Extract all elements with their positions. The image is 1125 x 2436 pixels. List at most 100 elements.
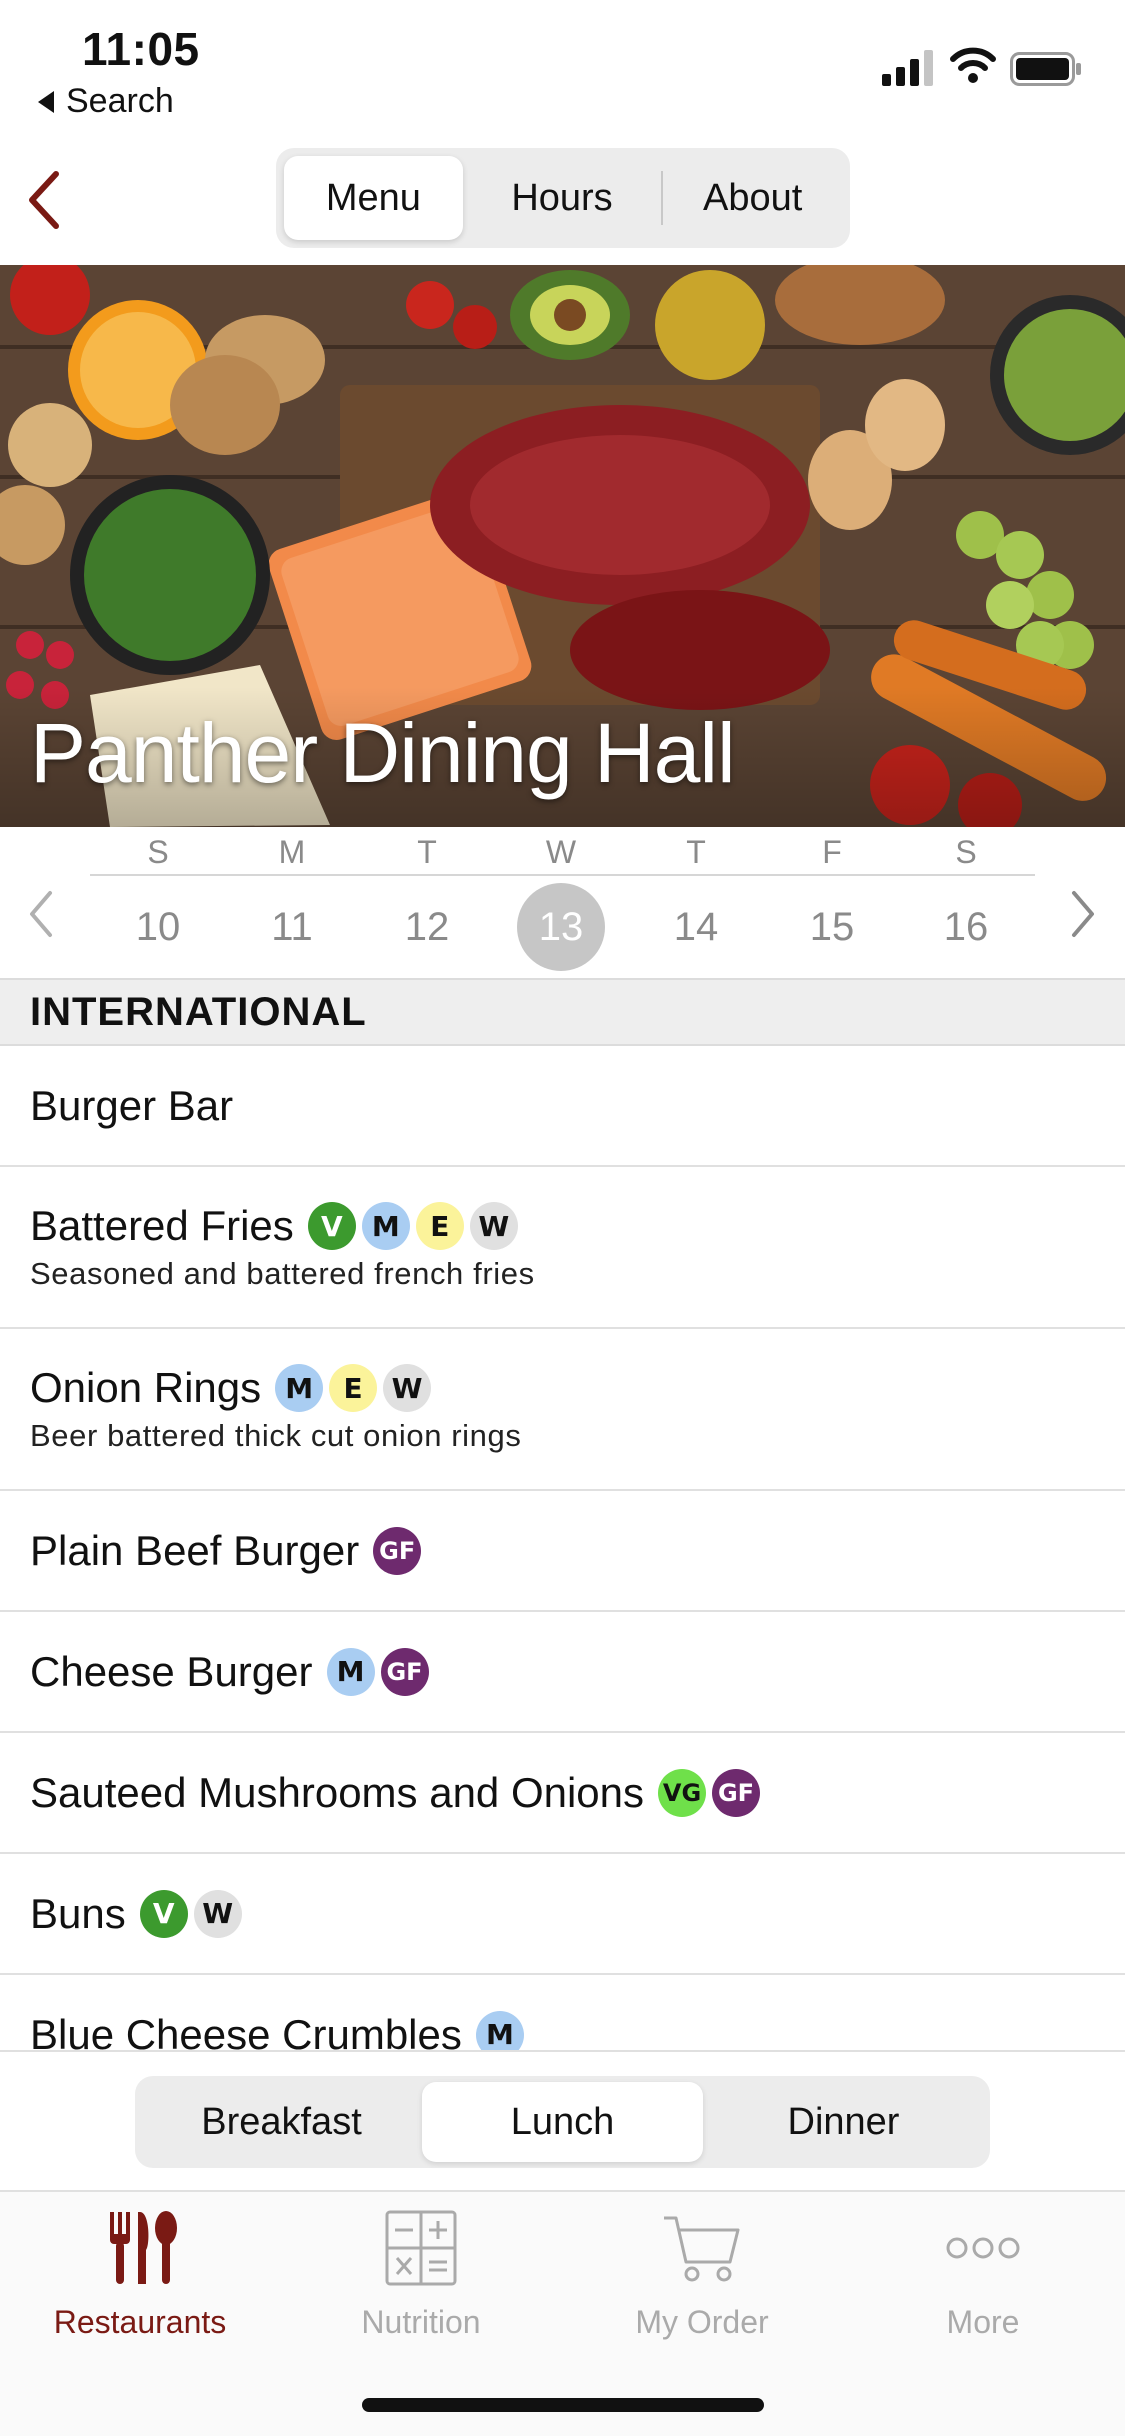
- tab-more[interactable]: More: [843, 2206, 1123, 2356]
- meal-selector-bar: Breakfast Lunch Dinner: [0, 2050, 1125, 2190]
- day-saturday[interactable]: S 16: [916, 827, 1016, 971]
- back-chevron-icon[interactable]: [24, 168, 64, 232]
- day-of-week-label: W: [545, 834, 577, 870]
- tab-nutrition[interactable]: Nutrition: [281, 2206, 561, 2356]
- header-nav: Menu Hours About: [0, 140, 1125, 265]
- menu-item-title: Sauteed Mushrooms and Onions VG GF: [30, 1768, 1125, 1817]
- section-header: INTERNATIONAL: [0, 978, 1125, 1046]
- meal-segmented-control: Breakfast Lunch Dinner: [135, 2076, 990, 2168]
- cellular-signal-icon: [882, 50, 933, 86]
- dietary-badges: M: [475, 2010, 524, 2050]
- gluten-free-badge: GF: [712, 1768, 761, 1817]
- dietary-badges: M E W: [275, 1364, 432, 1412]
- week-date-picker: S 10 M 11 T 12 W 13 T 14 F 15 S 16: [0, 827, 1125, 977]
- menu-item[interactable]: Battered Fries V M E W Seasoned and batt…: [0, 1167, 1125, 1329]
- vegetarian-badge: V: [139, 1889, 188, 1938]
- wheat-badge: W: [193, 1889, 242, 1938]
- day-number: 15: [809, 905, 855, 949]
- menu-item[interactable]: Onion Rings M E W Beer battered thick cu…: [0, 1329, 1125, 1491]
- menu-item-name: Blue Cheese Crumbles: [30, 2010, 462, 2051]
- day-tuesday[interactable]: T 12: [377, 827, 477, 971]
- milk-badge: M: [475, 2010, 524, 2050]
- day-number: 16: [943, 905, 989, 949]
- tab-label: Nutrition: [361, 2304, 481, 2340]
- menu-item[interactable]: Cheese Burger M GF: [0, 1612, 1125, 1733]
- menu-item-title: Plain Beef Burger GF: [30, 1526, 1125, 1575]
- meal-lunch-tab[interactable]: Lunch: [422, 2082, 703, 2162]
- hero-image: Panther Dining Hall: [0, 265, 1125, 827]
- dining-hall-title: Panther Dining Hall: [30, 706, 736, 800]
- dietary-badges: V W: [139, 1889, 242, 1938]
- gluten-free-badge: GF: [373, 1526, 422, 1575]
- day-number: 11: [271, 905, 313, 949]
- vegetarian-badge: V: [307, 1202, 356, 1250]
- gluten-free-badge: GF: [380, 1647, 429, 1696]
- menu-item-title: Onion Rings M E W: [30, 1364, 1125, 1412]
- day-monday[interactable]: M 11: [242, 827, 342, 971]
- day-wednesday-selected[interactable]: W 13: [511, 827, 611, 971]
- fork-knife-spoon-icon: [110, 2211, 177, 2284]
- day-number: 12: [404, 905, 450, 949]
- dietary-badges: VG GF: [658, 1768, 761, 1817]
- dietary-badges: M GF: [326, 1647, 429, 1696]
- wheat-badge: W: [383, 1364, 432, 1412]
- tab-menu[interactable]: Menu: [284, 156, 463, 240]
- tab-about[interactable]: About: [663, 156, 842, 240]
- menu-item[interactable]: Sauteed Mushrooms and Onions VG GF: [0, 1733, 1125, 1854]
- day-sunday[interactable]: S 10: [108, 827, 208, 971]
- more-dots-icon: [946, 2237, 1020, 2259]
- back-triangle-icon: [38, 90, 54, 113]
- calculator-icon: [385, 2210, 457, 2286]
- menu-list[interactable]: INTERNATIONAL Burger Bar Battered Fries …: [0, 978, 1125, 2050]
- menu-item-name: Cheese Burger: [30, 1647, 313, 1695]
- meal-dinner-tab[interactable]: Dinner: [703, 2082, 984, 2162]
- menu-item-name: Onion Rings: [30, 1364, 262, 1411]
- day-of-week-label: T: [417, 834, 437, 870]
- tab-restaurants[interactable]: Restaurants: [0, 2206, 280, 2356]
- dietary-badges: V M E W: [307, 1202, 518, 1250]
- menu-item[interactable]: Buns V W: [0, 1854, 1125, 1975]
- status-bar: 11:05 Search: [0, 0, 1125, 130]
- cart-icon: [664, 2216, 740, 2282]
- tab-label: Restaurants: [53, 2304, 227, 2340]
- menu-item-name: Battered Fries: [30, 1202, 294, 1249]
- egg-badge: E: [415, 1202, 464, 1250]
- battery-icon: [1010, 52, 1081, 86]
- tab-label: More: [946, 2304, 1020, 2340]
- next-week-chevron-icon[interactable]: [1068, 889, 1098, 939]
- menu-item-name: Buns: [30, 1889, 126, 1937]
- menu-item[interactable]: Plain Beef Burger GF: [0, 1491, 1125, 1612]
- day-of-week-label: F: [822, 834, 842, 870]
- day-of-week-label: M: [278, 834, 306, 870]
- meal-breakfast-tab[interactable]: Breakfast: [141, 2082, 422, 2162]
- tab-hours[interactable]: Hours: [463, 156, 662, 240]
- menu-item-title: Cheese Burger M GF: [30, 1647, 1125, 1696]
- menu-item-title: Battered Fries V M E W: [30, 1202, 1125, 1250]
- menu-item-title: Blue Cheese Crumbles M: [30, 2010, 1125, 2051]
- day-number: 14: [673, 905, 719, 949]
- menu-item-name: Plain Beef Burger: [30, 1526, 360, 1574]
- back-to-search-link[interactable]: Search: [38, 82, 174, 121]
- menu-item-description: Beer battered thick cut onion rings: [30, 1418, 522, 1453]
- milk-badge: M: [326, 1647, 375, 1696]
- day-number: 10: [135, 905, 181, 949]
- tab-my-order[interactable]: My Order: [562, 2206, 842, 2356]
- menu-item-description: Seasoned and battered french fries: [30, 1256, 535, 1291]
- previous-week-chevron-icon[interactable]: [26, 889, 56, 939]
- day-thursday[interactable]: T 14: [646, 827, 746, 971]
- menu-item-name: Sauteed Mushrooms and Onions: [30, 1768, 645, 1816]
- egg-badge: E: [329, 1364, 378, 1412]
- tab-label: My Order: [635, 2304, 769, 2340]
- milk-badge: M: [275, 1364, 324, 1412]
- vegan-badge: VG: [658, 1768, 707, 1817]
- menu-item[interactable]: Blue Cheese Crumbles M: [0, 1975, 1125, 2050]
- menu-item-title: Buns V W: [30, 1889, 1125, 1938]
- menu-item-name: Burger Bar: [30, 1081, 234, 1129]
- info-segmented-control: Menu Hours About: [276, 148, 850, 248]
- day-of-week-label: S: [147, 834, 169, 870]
- day-friday[interactable]: F 15: [782, 827, 882, 971]
- day-number: 13: [517, 883, 605, 971]
- menu-item[interactable]: Burger Bar: [0, 1046, 1125, 1167]
- dietary-badges: GF: [373, 1526, 422, 1575]
- wifi-icon: [950, 47, 996, 83]
